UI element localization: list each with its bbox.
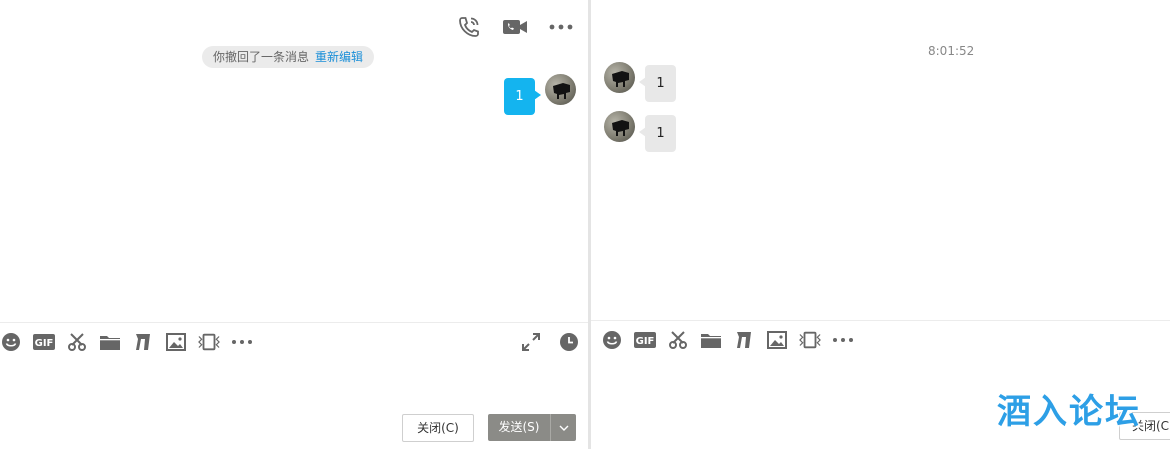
chevron-down-icon [559, 425, 568, 431]
emoji-icon[interactable] [0, 331, 22, 353]
send-options-dropdown[interactable] [551, 414, 576, 441]
incoming-message-bubble[interactable]: 1 [639, 115, 676, 152]
history-clock-icon[interactable] [558, 331, 580, 353]
folder-icon[interactable] [99, 331, 121, 353]
image-icon[interactable] [766, 329, 788, 351]
emoji-icon[interactable] [601, 329, 623, 351]
svg-text:GIF: GIF [636, 336, 655, 347]
scissors-icon[interactable] [667, 329, 689, 351]
input-toolbar: GIF [601, 329, 854, 351]
input-toolbar: GIF [0, 331, 253, 353]
input-toolbar-right [520, 331, 580, 353]
chat-header-actions [456, 14, 574, 40]
screen-share-icon[interactable] [198, 331, 220, 353]
more-icon[interactable] [548, 14, 574, 40]
screen-share-icon[interactable] [799, 329, 821, 351]
expand-icon[interactable] [520, 331, 542, 353]
phone-call-icon[interactable] [456, 14, 482, 40]
more-icon[interactable] [231, 331, 253, 353]
left-chat-window: 你撤回了一条消息 重新编辑 1 GIF 关闭(C) 发送(S) [0, 0, 588, 449]
send-button[interactable]: 发送(S) [488, 414, 576, 441]
shake-icon[interactable] [733, 329, 755, 351]
send-button-label[interactable]: 发送(S) [488, 414, 551, 441]
outgoing-message-bubble[interactable]: 1 [504, 78, 541, 115]
recall-text: 你撤回了一条消息 [213, 50, 310, 64]
recall-notice: 你撤回了一条消息 重新编辑 [202, 46, 375, 68]
scissors-icon[interactable] [66, 331, 88, 353]
re-edit-link[interactable]: 重新编辑 [315, 50, 363, 64]
folder-icon[interactable] [700, 329, 722, 351]
svg-text:GIF: GIF [35, 338, 54, 349]
avatar[interactable] [545, 74, 576, 105]
close-button[interactable]: 关闭(C) [402, 414, 474, 442]
toolbar-divider [591, 320, 1170, 321]
shake-icon[interactable] [132, 331, 154, 353]
forum-watermark: 酒入论坛 [997, 392, 1141, 432]
avatar[interactable] [604, 62, 635, 93]
avatar[interactable] [604, 111, 635, 142]
more-icon[interactable] [832, 329, 854, 351]
gif-icon[interactable]: GIF [634, 329, 656, 351]
image-icon[interactable] [165, 331, 187, 353]
toolbar-divider [0, 322, 588, 323]
message-timestamp: 8:01:52 [928, 44, 975, 58]
gif-icon[interactable]: GIF [33, 331, 55, 353]
video-call-icon[interactable] [502, 14, 528, 40]
incoming-message-bubble[interactable]: 1 [639, 65, 676, 102]
right-chat-window: 8:01:52 1 1 GIF 关闭(C 酒入论坛 [591, 0, 1170, 449]
